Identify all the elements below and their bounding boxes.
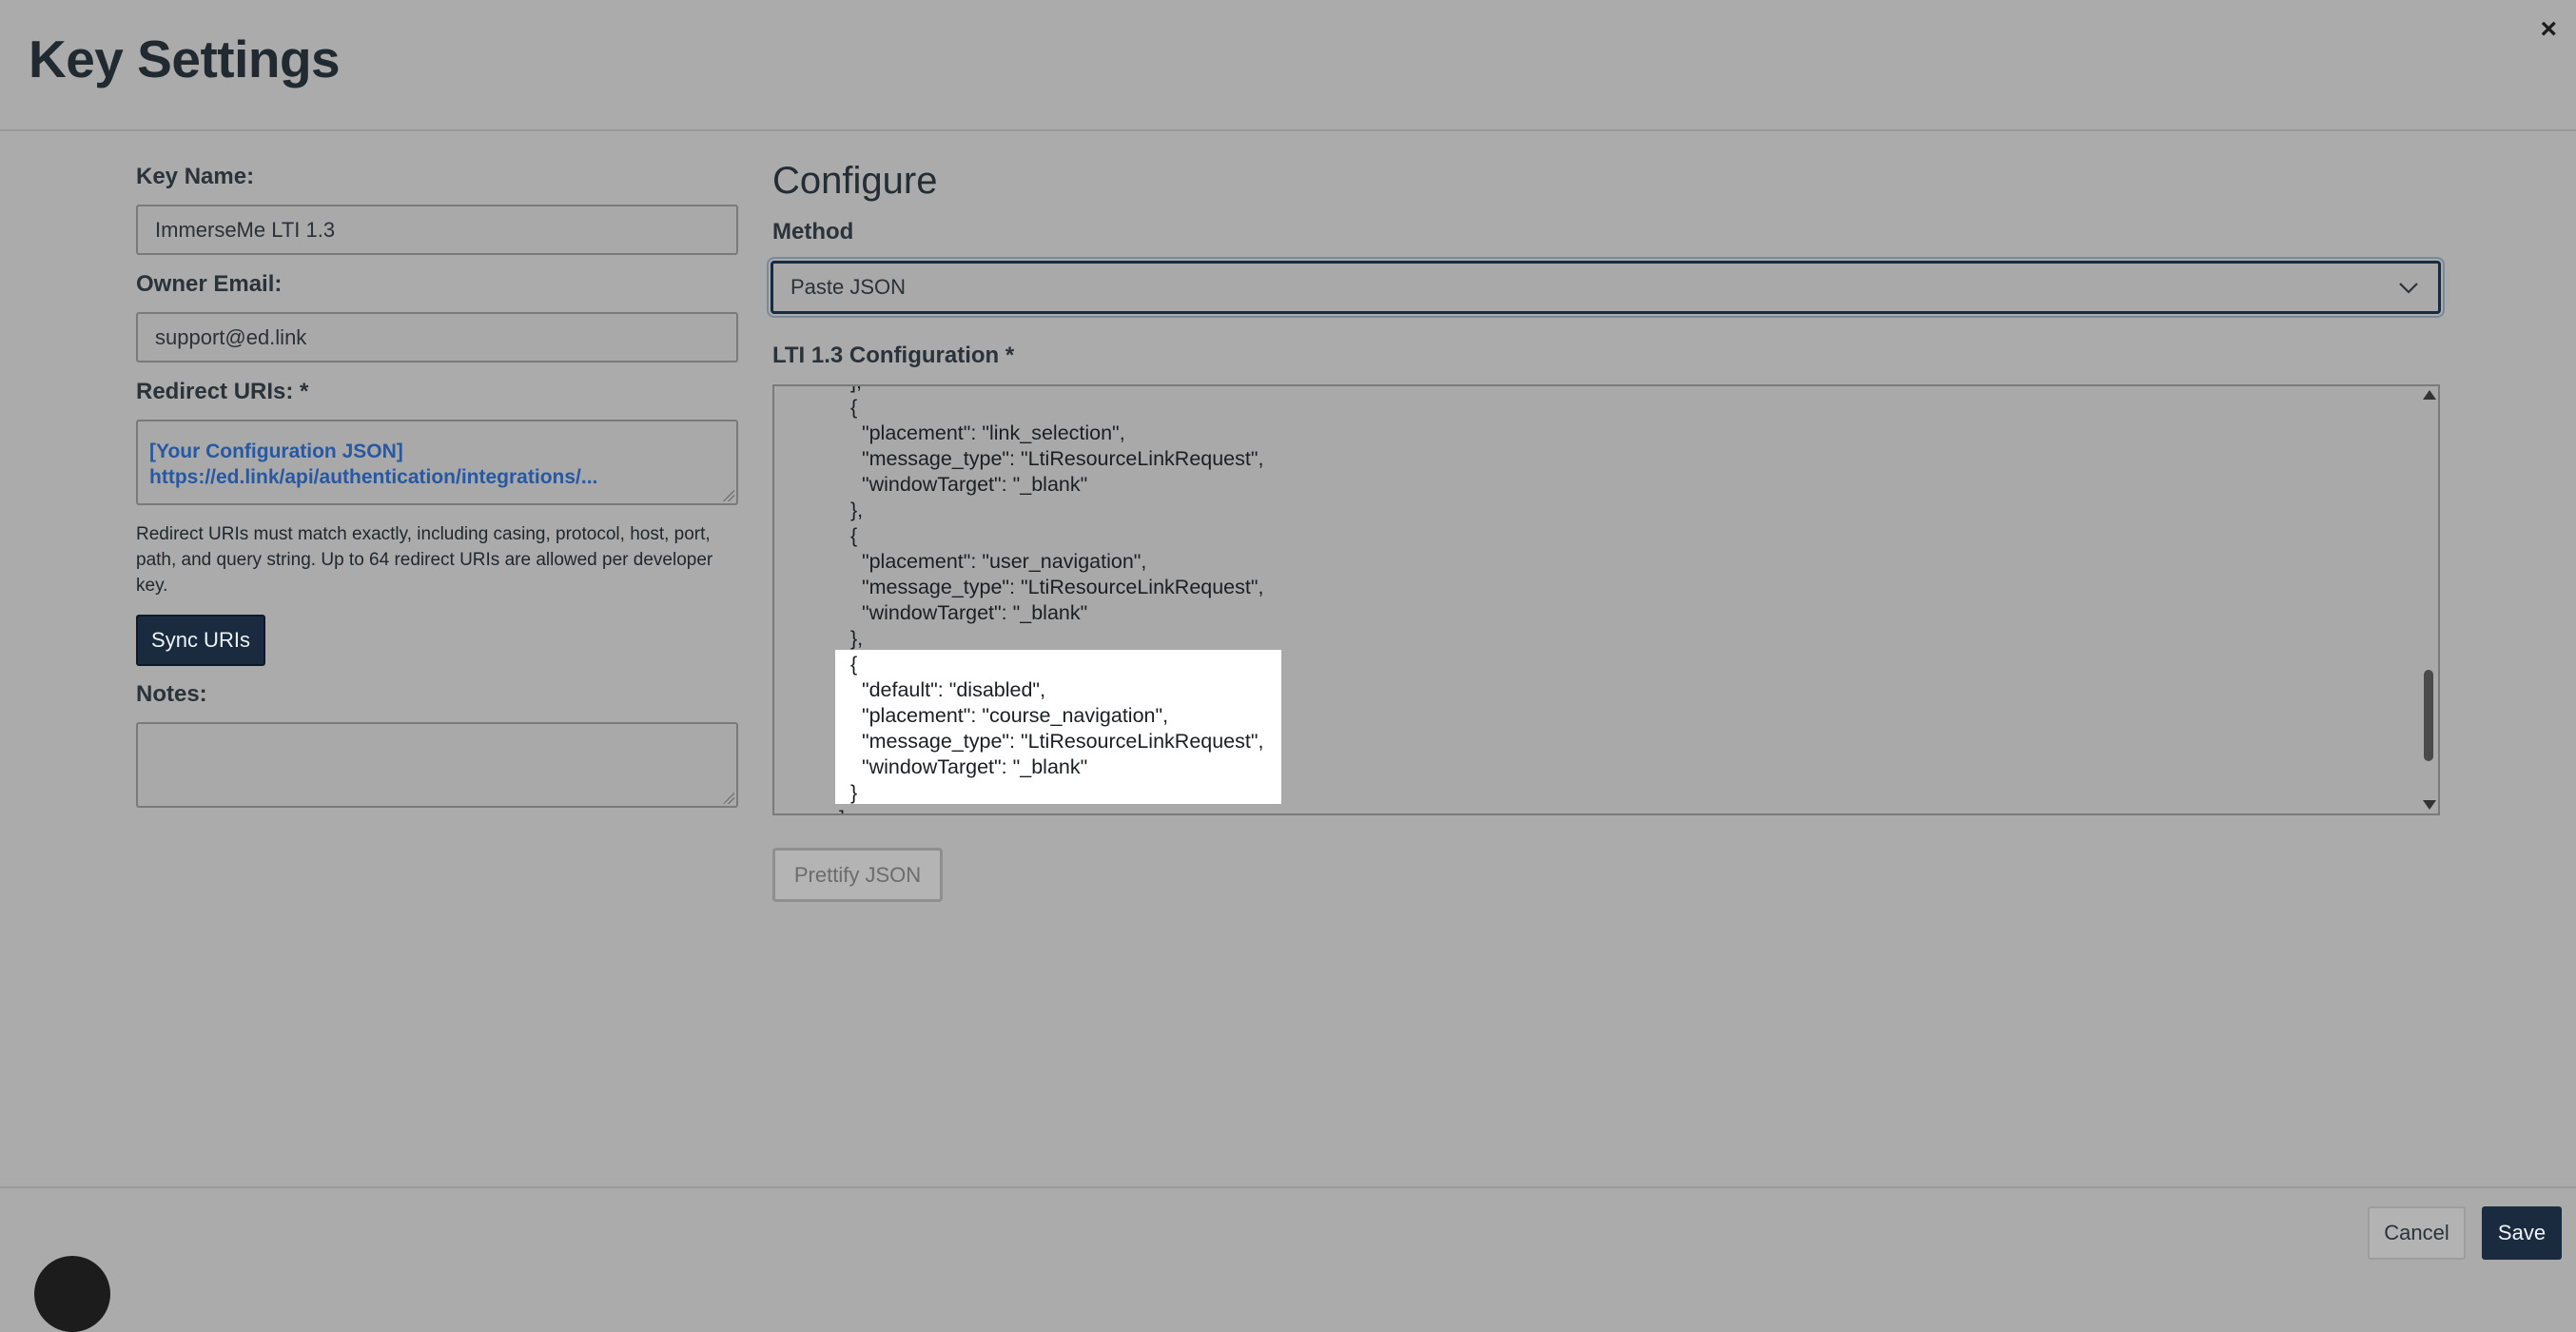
owner-email-label: Owner Email: [136,271,283,297]
dialog-title: Key Settings [29,29,341,88]
editor-scrollbar[interactable] [2419,386,2438,813]
code-line: "message_type": "LtiResourceLinkRequest"… [850,447,1264,470]
dialog-header: Key Settings × [0,0,2576,131]
code-line: { [850,524,858,547]
scroll-down-icon[interactable] [2423,800,2436,810]
method-select[interactable]: Paste JSON [767,257,2445,318]
lti-config-editor[interactable]: ], { "placement": "link_selection", "mes… [772,384,2440,815]
help-widget-icon[interactable] [34,1256,110,1332]
notes-label: Notes: [136,681,207,707]
save-button[interactable]: Save [2482,1206,2562,1260]
sync-uris-button[interactable]: Sync URIs [136,615,265,666]
resize-handle-icon[interactable] [723,793,734,804]
resize-handle-icon[interactable] [723,490,734,501]
code-line: { [850,653,858,676]
code-line: "placement": "user_navigation", [850,550,1147,573]
redirect-uris-textarea[interactable]: [Your Configuration JSON] https://ed.lin… [136,420,738,505]
code-line: }, [850,499,864,521]
dialog-footer [0,1186,2576,1271]
code-line: "message_type": "LtiResourceLinkRequest"… [850,730,1264,753]
redirect-uri-line: [Your Configuration JSON] [149,441,403,462]
redirect-uris-label: Redirect URIs: * [136,379,309,404]
code-line: { [850,396,858,419]
method-label: Method [772,219,854,245]
code-line: "message_type": "LtiResourceLinkRequest"… [850,576,1264,598]
notes-textarea[interactable] [136,722,738,808]
configure-heading: Configure [772,160,938,202]
code-line: ] [839,806,845,813]
code-line: }, [850,627,864,650]
lti-config-label: LTI 1.3 Configuration * [772,343,1015,368]
code-line: "default": "disabled", [850,678,1046,701]
code-line: "placement": "link_selection", [850,421,1125,444]
redirect-uris-help: Redirect URIs must match exactly, includ… [136,524,713,596]
key-name-value: ImmerseMe LTI 1.3 [155,217,336,242]
prettify-json-button[interactable]: Prettify JSON [772,848,943,902]
key-name-label: Key Name: [136,164,255,189]
scroll-thumb[interactable] [2424,670,2433,761]
code-line: "windowTarget": "_blank" [850,601,1088,624]
code-line: "windowTarget": "_blank" [850,473,1088,496]
key-name-input[interactable]: ImmerseMe LTI 1.3 [136,205,738,255]
owner-email-value: support@ed.link [155,324,307,349]
close-icon[interactable]: × [2540,13,2557,46]
code-line: "placement": "course_navigation", [850,704,1169,727]
scroll-up-icon[interactable] [2423,390,2436,400]
owner-email-input[interactable]: support@ed.link [136,312,738,362]
redirect-uri-line: https://ed.link/api/authentication/integ… [149,466,598,488]
redirect-uris-text: [Your Configuration JSON] https://ed.lin… [149,439,597,490]
code-line: } [850,781,858,804]
method-value: Paste JSON [790,275,907,299]
cancel-button[interactable]: Cancel [2368,1206,2466,1260]
code-line: ], [850,386,862,395]
code-line: "windowTarget": "_blank" [850,755,1088,778]
chevron-down-icon [2399,283,2418,294]
